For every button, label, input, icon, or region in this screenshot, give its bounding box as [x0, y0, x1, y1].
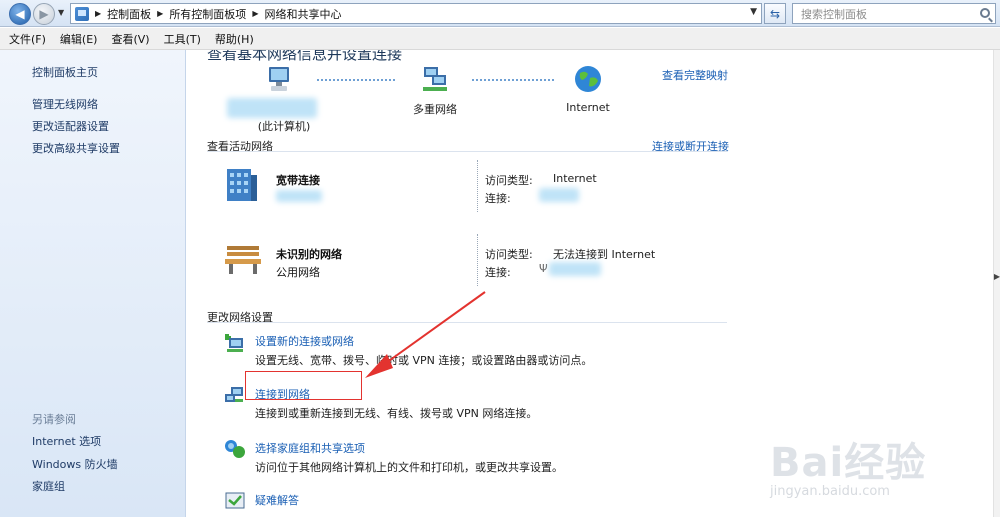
- internet-label: Internet: [566, 101, 610, 114]
- map-connector: [472, 79, 554, 81]
- breadcrumb-network-center[interactable]: 网络和共享中心: [264, 6, 341, 22]
- sidebar-item-manage-wireless[interactable]: 管理无线网络: [32, 96, 98, 112]
- watermark-logo: Bai经验: [770, 440, 927, 486]
- network-1-access-label: 访问类型:: [485, 174, 533, 187]
- network-2-conn-redacted[interactable]: [549, 262, 601, 276]
- refresh-icon: ⇆: [769, 6, 781, 21]
- sidebar: 控制面板主页 管理无线网络 更改适配器设置 更改高级共享设置 另请参阅 Inte…: [0, 50, 186, 517]
- address-path[interactable]: ▶ 控制面板 ▶ 所有控制面板项 ▶ 网络和共享中心 ▼: [70, 3, 762, 24]
- homegroup-sharing-desc: 访问位于其他网络计算机上的文件和打印机，或更改共享设置。: [255, 461, 563, 474]
- network-1-type-redacted: [276, 190, 322, 202]
- multiple-networks-icon: [423, 67, 447, 91]
- back-arrow-icon: ◀: [15, 7, 25, 21]
- annotation-arrow: [365, 291, 486, 378]
- breadcrumb-all-items[interactable]: 所有控制面板项: [169, 6, 246, 22]
- troubleshoot-icon: [225, 492, 245, 509]
- sidebar-home-link[interactable]: 控制面板主页: [32, 64, 98, 80]
- search-placeholder: 搜索控制面板: [801, 7, 867, 21]
- wireless-signal-icon: Ψ: [539, 262, 548, 275]
- column-divider: [477, 160, 478, 212]
- setup-new-connection-link[interactable]: 设置新的连接或网络: [255, 333, 354, 349]
- menu-edit[interactable]: 编辑(E): [60, 31, 98, 47]
- page-title: 查看基本网络信息并设置连接: [207, 50, 403, 63]
- back-button[interactable]: ◀: [9, 3, 31, 25]
- broadband-building-icon: [227, 169, 257, 201]
- computer-icon: [269, 67, 289, 91]
- chevron-right-icon[interactable]: ▶: [95, 9, 101, 18]
- connect-network-icon: [225, 387, 243, 402]
- search-icon[interactable]: [980, 8, 990, 18]
- connect-to-network-desc: 连接到或重新连接到无线、有线、拨号或 VPN 网络连接。: [255, 407, 538, 420]
- new-connection-icon: [225, 334, 243, 352]
- network-2-conn-label: 连接:: [485, 266, 511, 279]
- control-panel-icon: [75, 6, 89, 21]
- troubleshoot-link[interactable]: 疑难解答: [255, 492, 299, 508]
- column-divider: [477, 234, 478, 286]
- history-dropdown-icon[interactable]: ▼: [58, 8, 64, 17]
- sidebar-item-internet-options[interactable]: Internet 选项: [32, 433, 101, 449]
- network-2-access-value: 无法连接到 Internet: [553, 248, 656, 261]
- network-2-access-label: 访问类型:: [485, 248, 533, 261]
- menu-help[interactable]: 帮助(H): [215, 31, 254, 47]
- menu-file[interactable]: 文件(F): [9, 31, 46, 47]
- sidebar-item-homegroup[interactable]: 家庭组: [32, 478, 65, 494]
- refresh-button[interactable]: ⇆: [764, 3, 786, 24]
- watermark: Bai经验 jingyan.baidu.com: [770, 430, 926, 499]
- globe-icon: [575, 66, 601, 92]
- map-connector: [317, 79, 395, 81]
- menu-tools[interactable]: 工具(T): [164, 31, 201, 47]
- scroll-arrow-icon[interactable]: ▶: [994, 272, 1000, 281]
- computer-label: (此计算机): [257, 120, 311, 133]
- highlight-box: [245, 371, 362, 400]
- network-1-name: 宽带连接: [276, 174, 320, 187]
- sidebar-item-adapter-settings[interactable]: 更改适配器设置: [32, 118, 109, 134]
- address-bar: ◀ ▶ ▼ ▶ 控制面板 ▶ 所有控制面板项 ▶ 网络和共享中心 ▼ ⇆ 搜索控…: [0, 0, 1000, 27]
- search-input[interactable]: 搜索控制面板: [792, 3, 996, 24]
- network-1-access-value: Internet: [553, 172, 597, 185]
- network-2-type[interactable]: 公用网络: [276, 264, 320, 280]
- multi-network-label: 多重网络: [413, 103, 457, 116]
- bench-icon: [225, 246, 261, 274]
- chevron-right-icon[interactable]: ▶: [157, 9, 163, 18]
- view-full-map-link[interactable]: 查看完整映射: [662, 67, 728, 83]
- sidebar-item-firewall[interactable]: Windows 防火墙: [32, 456, 118, 472]
- sidebar-item-advanced-sharing[interactable]: 更改高级共享设置: [32, 140, 120, 156]
- homegroup-sharing-link[interactable]: 选择家庭组和共享选项: [255, 440, 365, 456]
- menu-view[interactable]: 查看(V): [111, 31, 149, 47]
- computer-name-redacted: [227, 98, 317, 118]
- vertical-scrollbar[interactable]: ▶: [993, 50, 1000, 517]
- chevron-down-icon[interactable]: ▼: [750, 7, 757, 17]
- section-divider: [207, 151, 727, 152]
- network-2-name: 未识别的网络: [276, 248, 342, 261]
- forward-button[interactable]: ▶: [33, 3, 55, 25]
- chevron-right-icon[interactable]: ▶: [252, 9, 258, 18]
- see-also-heading: 另请参阅: [32, 413, 76, 426]
- menu-bar: 文件(F) 编辑(E) 查看(V) 工具(T) 帮助(H): [0, 28, 1000, 50]
- homegroup-icon: [225, 440, 245, 458]
- network-1-conn-redacted[interactable]: [539, 188, 579, 202]
- network-1-conn-label: 连接:: [485, 192, 511, 205]
- breadcrumb-control-panel[interactable]: 控制面板: [107, 6, 151, 22]
- forward-arrow-icon: ▶: [39, 7, 49, 21]
